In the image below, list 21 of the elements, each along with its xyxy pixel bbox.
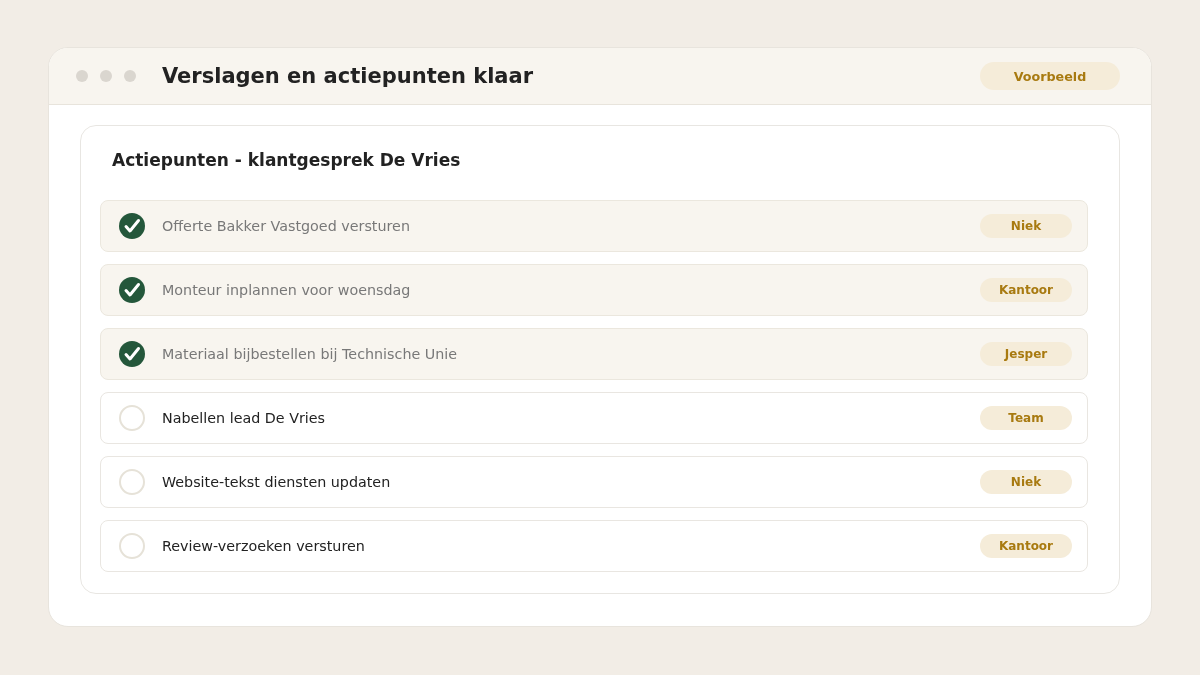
dot-icon bbox=[124, 70, 136, 82]
assignee-tag: Kantoor bbox=[980, 278, 1072, 302]
card-title: Actiepunten - klantgesprek De Vries bbox=[112, 150, 462, 170]
assignee-tag: Jesper bbox=[980, 342, 1072, 366]
checked-circle-icon[interactable] bbox=[119, 341, 145, 367]
checked-circle-icon[interactable] bbox=[119, 213, 145, 239]
dot-icon bbox=[100, 70, 112, 82]
assignee-tag: Niek bbox=[980, 214, 1072, 238]
task-text: Nabellen lead De Vries bbox=[162, 410, 327, 426]
assignee-tag: Team bbox=[980, 406, 1072, 430]
dot-icon bbox=[76, 70, 88, 82]
task-text: Monteur inplannen voor woensdag bbox=[162, 282, 412, 298]
task-text: Website-tekst diensten updaten bbox=[162, 474, 392, 490]
assignee-tag: Niek bbox=[980, 470, 1072, 494]
task-text: Offerte Bakker Vastgoed versturen bbox=[162, 218, 411, 234]
window-title: Verslagen en actiepunten klaar bbox=[162, 64, 535, 88]
task-text: Materiaal bijbestellen bij Technische Unie bbox=[162, 346, 459, 362]
checked-circle-icon[interactable] bbox=[119, 277, 145, 303]
example-badge: Voorbeeld bbox=[980, 62, 1120, 90]
assignee-tag: Kantoor bbox=[980, 534, 1072, 558]
task-text: Review-verzoeken versturen bbox=[162, 538, 366, 554]
